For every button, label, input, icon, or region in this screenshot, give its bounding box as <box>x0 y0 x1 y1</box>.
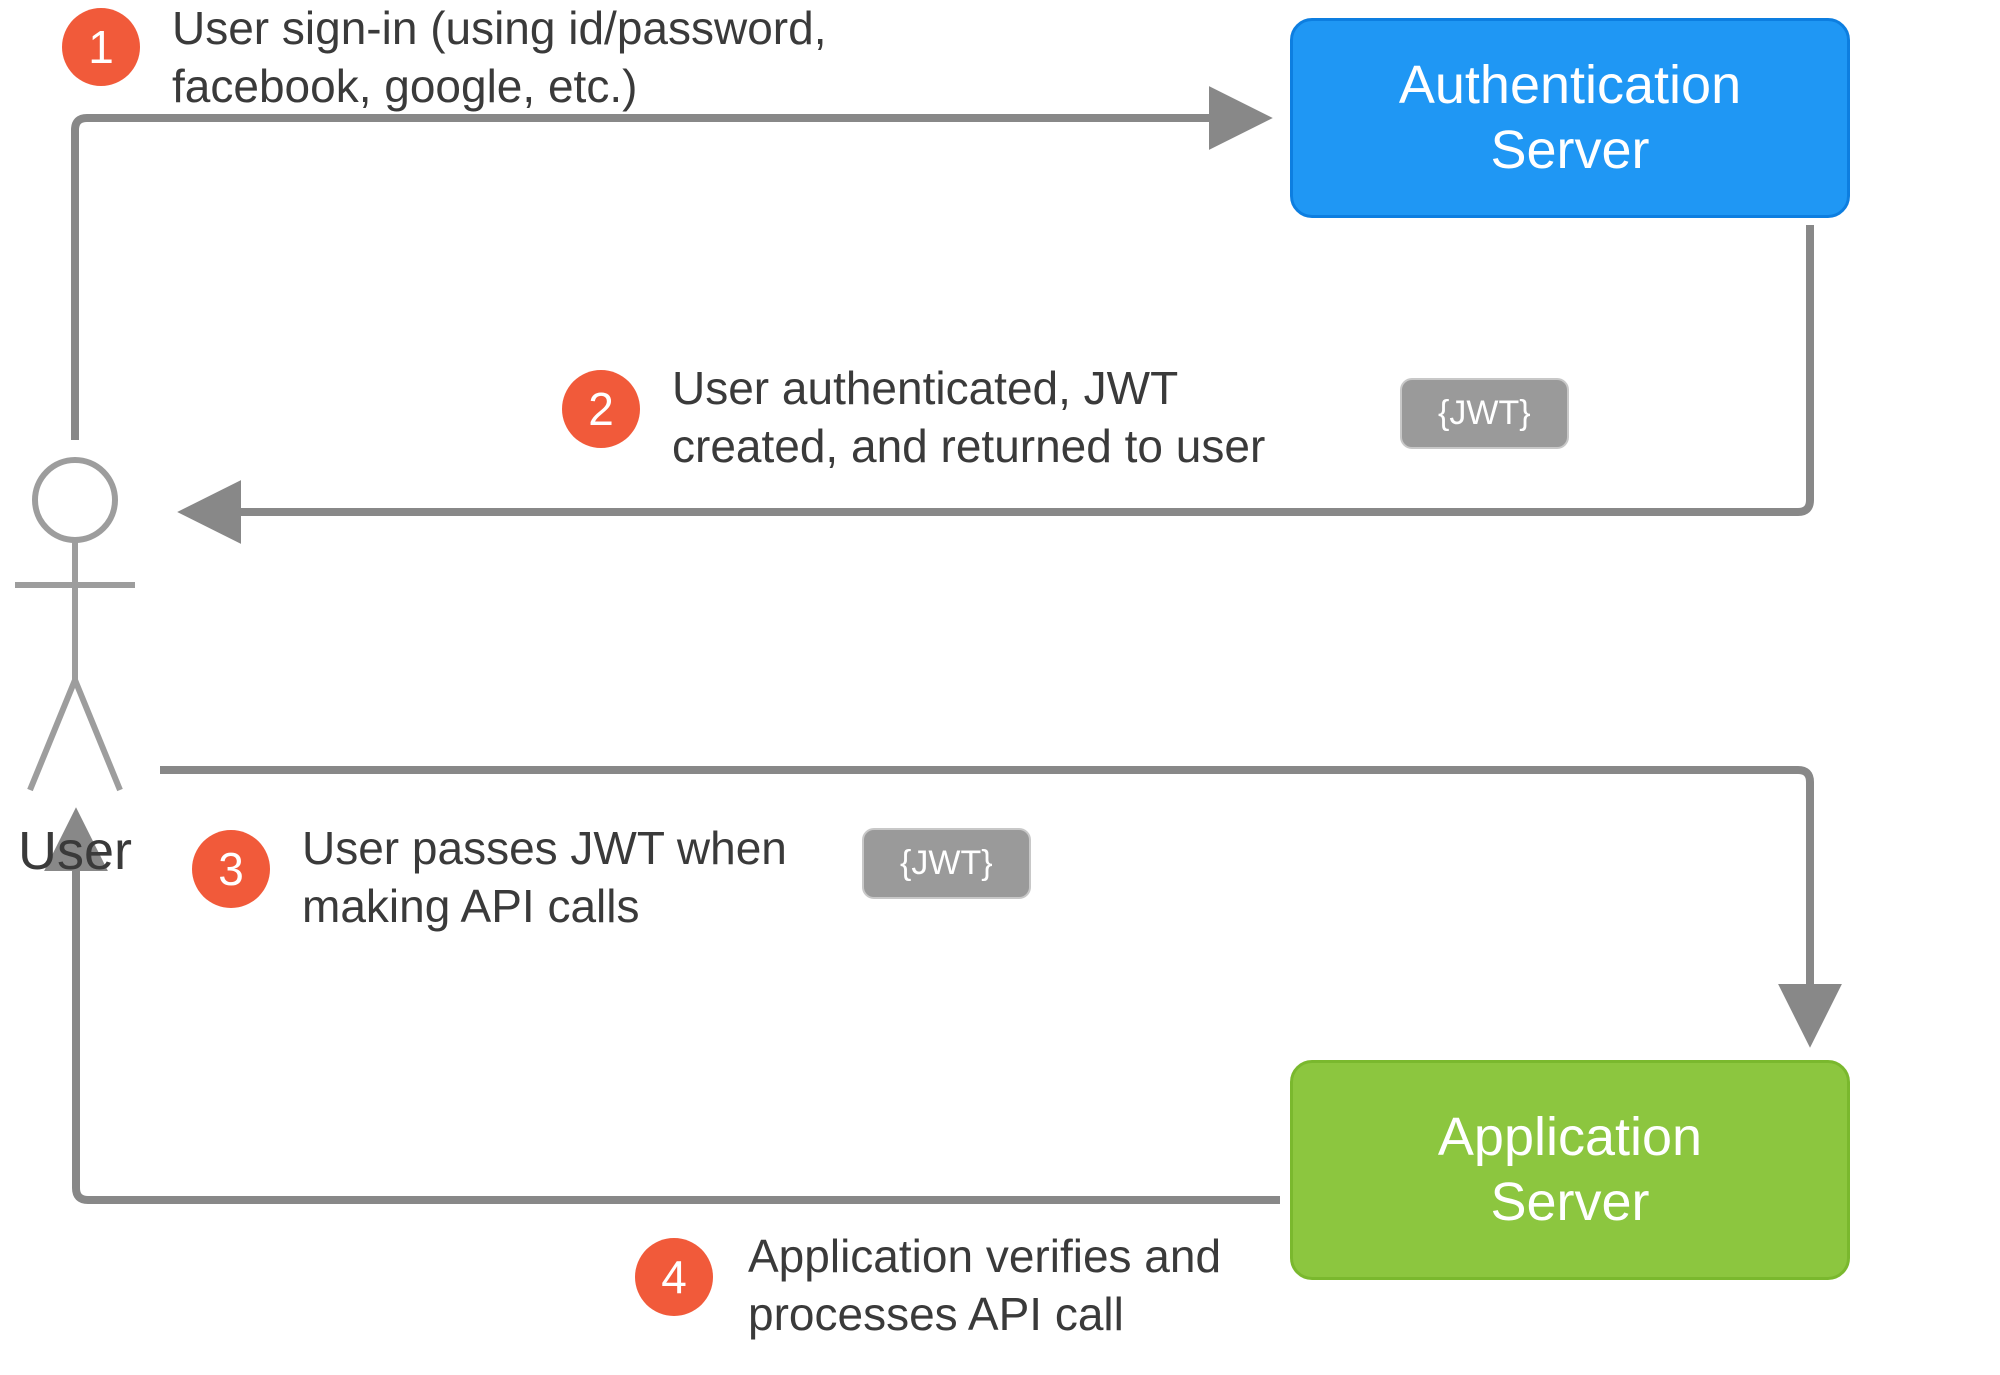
jwt-token-step-2: {JWT} <box>1400 378 1569 449</box>
application-server-box: Application Server <box>1290 1060 1850 1280</box>
step-2-number: 2 <box>588 382 614 436</box>
authentication-server-label: Authentication Server <box>1399 53 1741 183</box>
step-3-number: 3 <box>218 842 244 896</box>
jwt-flow-diagram: User Authentication Server Application S… <box>0 0 2000 1375</box>
step-3-text: User passes JWT when making API calls <box>302 820 842 935</box>
jwt-token-step-3: {JWT} <box>862 828 1031 899</box>
application-server-label: Application Server <box>1438 1105 1702 1235</box>
step-1-badge: 1 <box>62 8 140 86</box>
authentication-server-box: Authentication Server <box>1290 18 1850 218</box>
step-4-badge: 4 <box>635 1238 713 1316</box>
user-icon <box>15 460 135 790</box>
step-2-text: User authenticated, JWT created, and ret… <box>672 360 1312 475</box>
step-3-badge: 3 <box>192 830 270 908</box>
step-4-text: Application verifies and processes API c… <box>748 1228 1308 1343</box>
step-2-badge: 2 <box>562 370 640 448</box>
step-4-number: 4 <box>661 1250 687 1304</box>
user-label: User <box>18 820 132 882</box>
step-1-number: 1 <box>88 20 114 74</box>
step-1-text: User sign-in (using id/password, faceboo… <box>172 0 992 115</box>
